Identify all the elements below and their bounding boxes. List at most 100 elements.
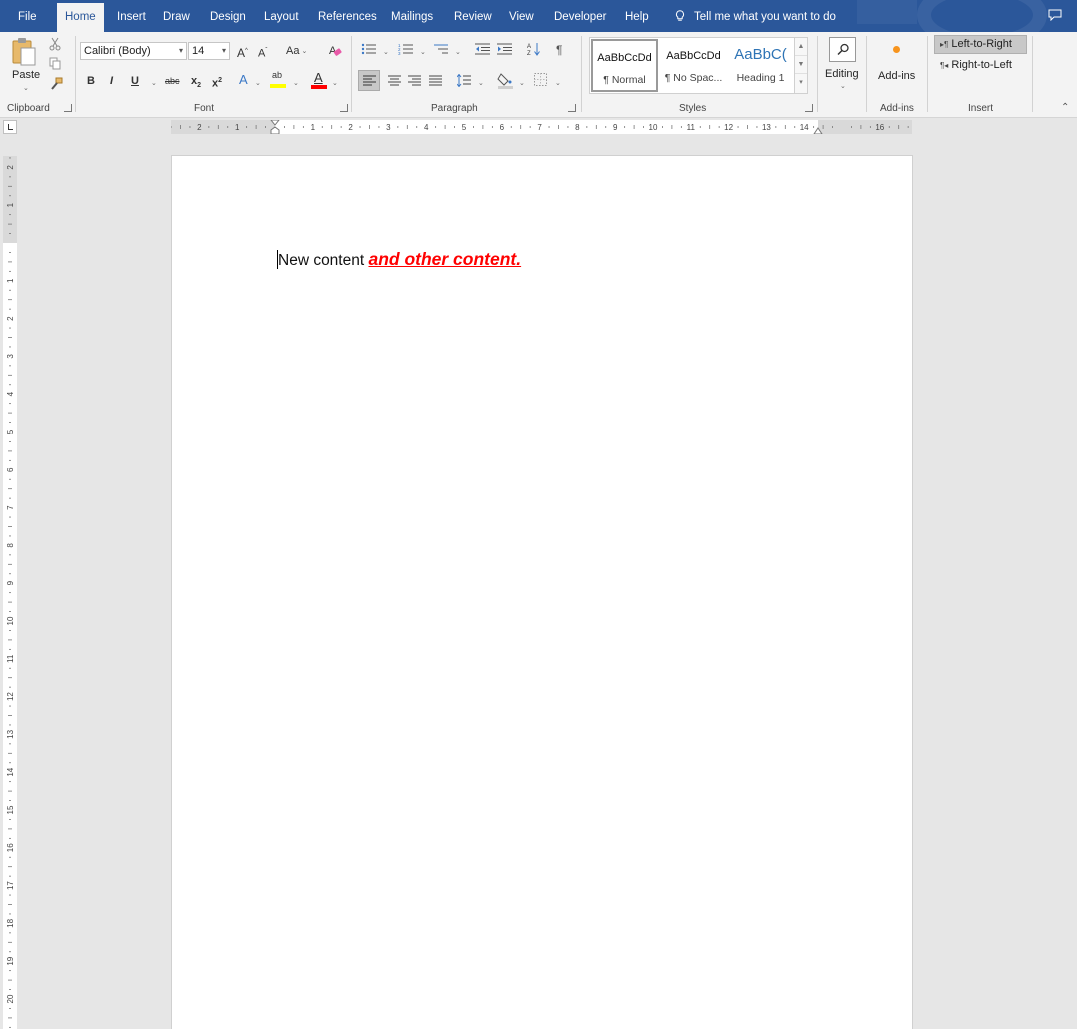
strikethrough-button[interactable]: abc — [165, 73, 180, 89]
show-formatting-marks-icon[interactable]: ¶ — [556, 42, 562, 58]
tab-view[interactable]: View — [509, 0, 534, 32]
align-center-icon[interactable] — [388, 75, 401, 86]
paragraph-dialog-launcher-icon[interactable] — [568, 104, 576, 112]
document-page[interactable]: New content and other content. — [171, 155, 913, 1029]
justify-icon[interactable] — [429, 75, 442, 86]
copy-icon[interactable] — [49, 57, 62, 70]
addins-label[interactable]: Add-ins — [878, 70, 915, 82]
font-name-combo[interactable]: Calibri (Body) ▾ — [80, 42, 187, 60]
borders-chevron-icon[interactable]: ⌄ — [555, 76, 561, 92]
styles-dialog-launcher-icon[interactable] — [805, 104, 813, 112]
separator — [817, 36, 818, 112]
title-tab-bar: File Home Insert Draw Design Layout Refe… — [0, 0, 1077, 32]
document-paragraph[interactable]: New content and other content. — [277, 249, 521, 270]
numbering-chevron-icon[interactable]: ⌄ — [420, 45, 426, 61]
shrink-font-icon[interactable]: Aˇ — [258, 43, 267, 62]
comment-icon[interactable] — [1048, 9, 1062, 21]
vertical-ruler[interactable]: 2112345678910111213141516171819202122 — [3, 156, 17, 1029]
decrease-indent-icon[interactable] — [475, 43, 490, 55]
style-heading-1[interactable]: AaBbC( Heading 1 — [727, 39, 794, 92]
tab-help[interactable]: Help — [625, 0, 649, 32]
right-indent-marker-icon[interactable] — [813, 127, 823, 134]
change-case-label: Aa — [286, 45, 300, 57]
tab-stop-selector[interactable] — [3, 120, 17, 134]
gallery-more-icon[interactable]: ▾ — [795, 74, 807, 92]
format-painter-icon[interactable] — [49, 77, 63, 91]
shading-icon[interactable] — [497, 72, 514, 89]
paste-dropdown-chevron-icon[interactable]: ⌄ — [23, 84, 29, 92]
bullets-icon[interactable] — [361, 43, 377, 55]
ruler-number: 8 — [575, 123, 580, 132]
paste-label[interactable]: Paste — [12, 69, 40, 81]
cut-icon[interactable] — [48, 37, 62, 51]
font-size-chevron-icon[interactable]: ▾ — [222, 43, 226, 59]
multilevel-list-icon[interactable] — [433, 43, 449, 55]
horizontal-ruler[interactable]: 32112345678910111213141617 — [171, 120, 912, 134]
font-color-chevron-icon[interactable]: ⌄ — [332, 76, 338, 92]
tab-file[interactable]: File — [18, 0, 37, 32]
clear-formatting-icon[interactable]: A — [328, 43, 342, 58]
shading-chevron-icon[interactable]: ⌄ — [519, 76, 525, 92]
align-left-button[interactable] — [358, 70, 380, 91]
editing-button[interactable] — [829, 37, 856, 62]
separator — [866, 36, 867, 112]
collapse-ribbon-chevron-icon[interactable]: ⌃ — [1061, 102, 1069, 113]
style-normal[interactable]: AaBbCcDd ¶ Normal — [591, 39, 658, 92]
tab-references[interactable]: References — [318, 0, 377, 32]
line-spacing-icon[interactable] — [457, 74, 471, 87]
borders-icon[interactable] — [534, 73, 547, 86]
numbering-icon[interactable]: 123 — [398, 43, 414, 55]
left-to-right-button[interactable]: ▸¶ Left-to-Right — [934, 35, 1027, 54]
underline-button[interactable]: U — [131, 73, 139, 89]
gallery-scroll-down-icon[interactable]: ▼ — [795, 56, 807, 74]
align-right-icon[interactable] — [408, 75, 421, 86]
indent-marker-icon[interactable] — [270, 120, 280, 134]
increase-indent-icon[interactable] — [497, 43, 512, 55]
tab-mailings[interactable]: Mailings — [391, 0, 433, 32]
italic-button[interactable]: I — [110, 73, 113, 89]
tab-layout[interactable]: Layout — [264, 0, 299, 32]
editing-chevron-icon[interactable]: ⌄ — [840, 82, 846, 90]
paste-icon[interactable] — [11, 37, 37, 67]
multilevel-chevron-icon[interactable]: ⌄ — [455, 45, 461, 61]
styles-group-label: Styles — [679, 103, 707, 114]
font-color-button[interactable]: A — [311, 70, 327, 90]
subscript-button[interactable]: x2 — [191, 73, 201, 94]
sort-icon[interactable]: AZ — [527, 42, 541, 56]
style-no-spacing[interactable]: AaBbCcDd ¶ No Spac... — [660, 39, 727, 92]
underline-chevron-icon[interactable]: ⌄ — [151, 76, 157, 92]
editing-label[interactable]: Editing — [825, 68, 859, 80]
right-to-left-button[interactable]: ¶◂ Right-to-Left — [940, 59, 1012, 71]
text-effects-chevron-icon[interactable]: ⌄ — [255, 76, 261, 92]
font-size-combo[interactable]: 14 ▾ — [188, 42, 230, 60]
clipboard-dialog-launcher-icon[interactable] — [64, 104, 72, 112]
tab-design[interactable]: Design — [210, 0, 246, 32]
bullets-chevron-icon[interactable]: ⌄ — [383, 45, 389, 61]
grow-font-icon[interactable]: A^ — [237, 43, 248, 61]
ruler-number: 14 — [800, 123, 809, 132]
superscript-button[interactable]: x2 — [212, 73, 222, 92]
change-case-button[interactable]: Aa ⌄ — [286, 43, 307, 60]
addins-icon[interactable] — [893, 46, 900, 53]
ruler-number: 5 — [462, 123, 467, 132]
ruler-number: 2 — [6, 316, 15, 321]
styles-gallery-scrollbar[interactable]: ▲ ▼ ▾ — [794, 38, 807, 93]
line-spacing-chevron-icon[interactable]: ⌄ — [478, 76, 484, 92]
tell-me-search[interactable]: Tell me what you want to do — [675, 0, 836, 32]
tab-review[interactable]: Review — [454, 0, 492, 32]
svg-text:Z: Z — [527, 51, 531, 56]
tab-insert[interactable]: Insert — [117, 0, 146, 32]
tab-developer[interactable]: Developer — [554, 0, 606, 32]
text-effects-icon[interactable]: A — [239, 72, 248, 88]
highlight-chevron-icon[interactable]: ⌄ — [293, 76, 299, 92]
font-name-chevron-icon[interactable]: ▾ — [179, 43, 183, 59]
tab-draw[interactable]: Draw — [163, 0, 190, 32]
left-tab-icon — [8, 124, 13, 130]
horizontal-ruler-ticks: 32112345678910111213141617 — [171, 120, 909, 134]
ruler-number: 6 — [6, 467, 15, 472]
font-dialog-launcher-icon[interactable] — [340, 104, 348, 112]
tab-home[interactable]: Home — [57, 3, 104, 32]
gallery-scroll-up-icon[interactable]: ▲ — [795, 38, 807, 56]
highlight-button[interactable]: ab — [270, 70, 287, 90]
bold-button[interactable]: B — [87, 73, 95, 89]
